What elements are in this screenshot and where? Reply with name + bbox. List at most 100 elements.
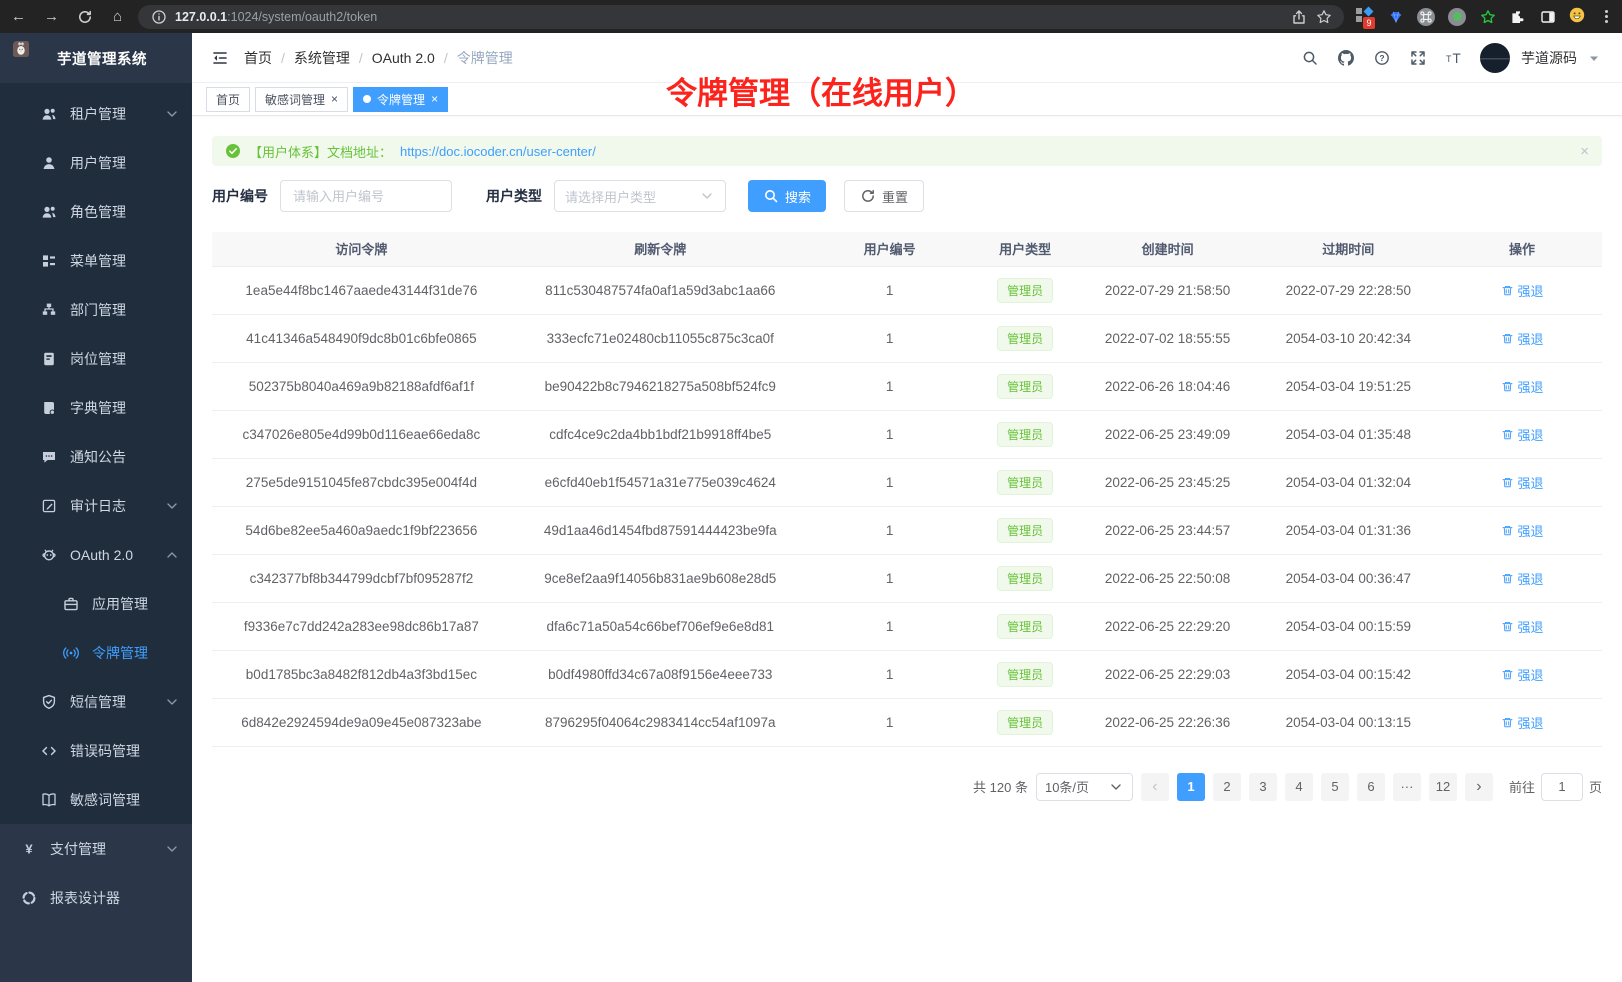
sidebar-item-report-designer[interactable]: 报表设计器 [0, 873, 192, 922]
tab-sensitive-word[interactable]: 敏感词管理× [255, 87, 348, 112]
trash-icon [1501, 668, 1515, 681]
svg-text:T: T [1452, 51, 1460, 66]
force-logout-button[interactable]: 强退 [1501, 425, 1544, 444]
force-logout-button[interactable]: 强退 [1501, 329, 1544, 348]
user-avatar[interactable] [1480, 43, 1510, 73]
page-button-3[interactable]: 3 [1249, 773, 1277, 801]
github-icon[interactable] [1336, 48, 1355, 67]
search-icon[interactable] [1300, 48, 1319, 67]
close-icon[interactable]: × [431, 93, 438, 105]
browser-profile-avatar[interactable] [1569, 7, 1588, 26]
site-info-icon[interactable] [150, 8, 167, 25]
svg-text:¥: ¥ [25, 841, 33, 856]
command-extension-icon[interactable] [1417, 8, 1435, 26]
sidebar-item-label: 租户管理 [70, 104, 126, 124]
sidebar-item-tenant[interactable]: 租户管理 [0, 89, 192, 138]
sidebar-item-audit-log[interactable]: 审计日志 [0, 481, 192, 530]
address-bar[interactable]: 127.0.0.1:1024/system/oauth2/token [138, 5, 1344, 29]
force-logout-button[interactable]: 强退 [1501, 521, 1544, 540]
tab-token-manage[interactable]: 令牌管理 × [353, 87, 448, 112]
page-button-12[interactable]: 12 [1429, 773, 1457, 801]
app-logo[interactable]: 芋道管理系统 [0, 33, 192, 83]
sidebar-item-notice[interactable]: 通知公告 [0, 432, 192, 481]
bookmark-star-icon[interactable] [1315, 8, 1332, 25]
sidebar-item-sensitive-word[interactable]: 敏感词管理 [0, 775, 192, 824]
sidebar-item-dict[interactable]: 字典管理 [0, 383, 192, 432]
extension-grid-icon[interactable]: 9 [1356, 8, 1374, 25]
table-row: 6d842e2924594de9a09e45e087323abe8796295f… [212, 698, 1602, 746]
force-logout-label: 强退 [1518, 425, 1544, 444]
sidebar-item-token-manage[interactable]: 令牌管理 [0, 628, 192, 677]
font-size-icon[interactable]: TT [1444, 48, 1463, 67]
tab-home[interactable]: 首页 [206, 87, 250, 112]
home-icon[interactable]: ⌂ [109, 8, 126, 25]
sidebar-item-menu[interactable]: 菜单管理 [0, 236, 192, 285]
sidebar-item-user[interactable]: 用户管理 [0, 138, 192, 187]
sidebar-item-role[interactable]: 角色管理 [0, 187, 192, 236]
search-button[interactable]: 搜索 [748, 180, 826, 212]
next-page-button[interactable]: › [1465, 773, 1493, 801]
username[interactable]: 芋道源码 [1521, 48, 1577, 68]
sidebar-item-pay[interactable]: ¥支付管理 [0, 824, 192, 873]
breadcrumb-system[interactable]: 系统管理 [294, 48, 350, 68]
back-icon[interactable]: ← [10, 8, 27, 25]
force-logout-button[interactable]: 强退 [1501, 665, 1544, 684]
recorder-extension-icon[interactable] [1448, 8, 1466, 26]
breadcrumb-oauth2[interactable]: OAuth 2.0 [372, 50, 435, 66]
fullscreen-icon[interactable] [1408, 48, 1427, 67]
help-icon[interactable]: ? [1372, 48, 1391, 67]
page-button-6[interactable]: 6 [1357, 773, 1385, 801]
page-button-4[interactable]: 4 [1285, 773, 1313, 801]
force-logout-button[interactable]: 强退 [1501, 713, 1544, 732]
tab-label: 首页 [216, 91, 240, 108]
tab-label: 令牌管理 [377, 91, 425, 108]
close-icon[interactable]: × [331, 93, 338, 105]
sidebar-item-oauth2[interactable]: OAuth 2.0 [0, 530, 192, 579]
more-pages-button[interactable]: ··· [1393, 773, 1421, 801]
sidebar-item-dept[interactable]: 部门管理 [0, 285, 192, 334]
sidebar-item-label: 角色管理 [70, 202, 126, 222]
force-logout-button[interactable]: 强退 [1501, 569, 1544, 588]
reload-icon[interactable] [76, 8, 93, 25]
force-logout-button[interactable]: 强退 [1501, 377, 1544, 396]
goto-page-input[interactable] [1541, 773, 1583, 801]
refresh-token-cell: 9ce8ef2aa9f14056b831ae9b608e28d5 [511, 554, 810, 602]
breadcrumb-home[interactable]: 首页 [244, 48, 272, 68]
page-button-2[interactable]: 2 [1213, 773, 1241, 801]
user-type-tag: 管理员 [997, 326, 1053, 351]
browser-menu-icon[interactable] [1601, 8, 1612, 25]
alert-text: 【用户体系】文档地址： [249, 142, 392, 161]
table-row: 41c41346a548490f9dc8b01c6bfe0865333ecfc7… [212, 314, 1602, 362]
page-button-5[interactable]: 5 [1321, 773, 1349, 801]
table-row: f9336e7c7dd242a283ee98dc86b17a87dfa6c71a… [212, 602, 1602, 650]
doc-link[interactable]: https://doc.iocoder.cn/user-center/ [400, 144, 596, 159]
url-text[interactable]: 127.0.0.1:1024/system/oauth2/token [175, 10, 1282, 24]
user-id-input[interactable] [280, 180, 452, 212]
green-star-extension-icon[interactable] [1479, 8, 1496, 25]
force-logout-label: 强退 [1518, 521, 1544, 540]
force-logout-button[interactable]: 强退 [1501, 281, 1544, 300]
force-logout-button[interactable]: 强退 [1501, 617, 1544, 636]
prev-page-button[interactable]: ‹ [1141, 773, 1169, 801]
share-icon[interactable] [1290, 8, 1307, 25]
sidebar-item-sms[interactable]: 短信管理 [0, 677, 192, 726]
action-cell: 强退 [1442, 650, 1602, 698]
page-size-value: 10条/页 [1045, 777, 1089, 796]
chevron-down-icon [164, 694, 180, 710]
action-cell: 强退 [1442, 602, 1602, 650]
puzzle-extensions-icon[interactable] [1509, 8, 1526, 25]
sidebar-fold-icon[interactable] [212, 50, 228, 66]
page-size-select[interactable]: 10条/页 [1036, 773, 1133, 801]
forward-icon[interactable]: → [43, 8, 60, 25]
side-panel-icon[interactable] [1539, 8, 1556, 25]
sidebar-item-post[interactable]: 岗位管理 [0, 334, 192, 383]
alert-close-icon[interactable]: × [1580, 143, 1589, 160]
sidebar-item-error-code[interactable]: 错误码管理 [0, 726, 192, 775]
gem-extension-icon[interactable] [1387, 8, 1404, 25]
page-button-1[interactable]: 1 [1177, 773, 1205, 801]
caret-down-icon[interactable] [1586, 50, 1602, 66]
sidebar-item-app-manage[interactable]: 应用管理 [0, 579, 192, 628]
reset-button[interactable]: 重置 [844, 180, 924, 212]
force-logout-button[interactable]: 强退 [1501, 473, 1544, 492]
user-type-select[interactable]: 请选择用户类型 [554, 180, 726, 212]
